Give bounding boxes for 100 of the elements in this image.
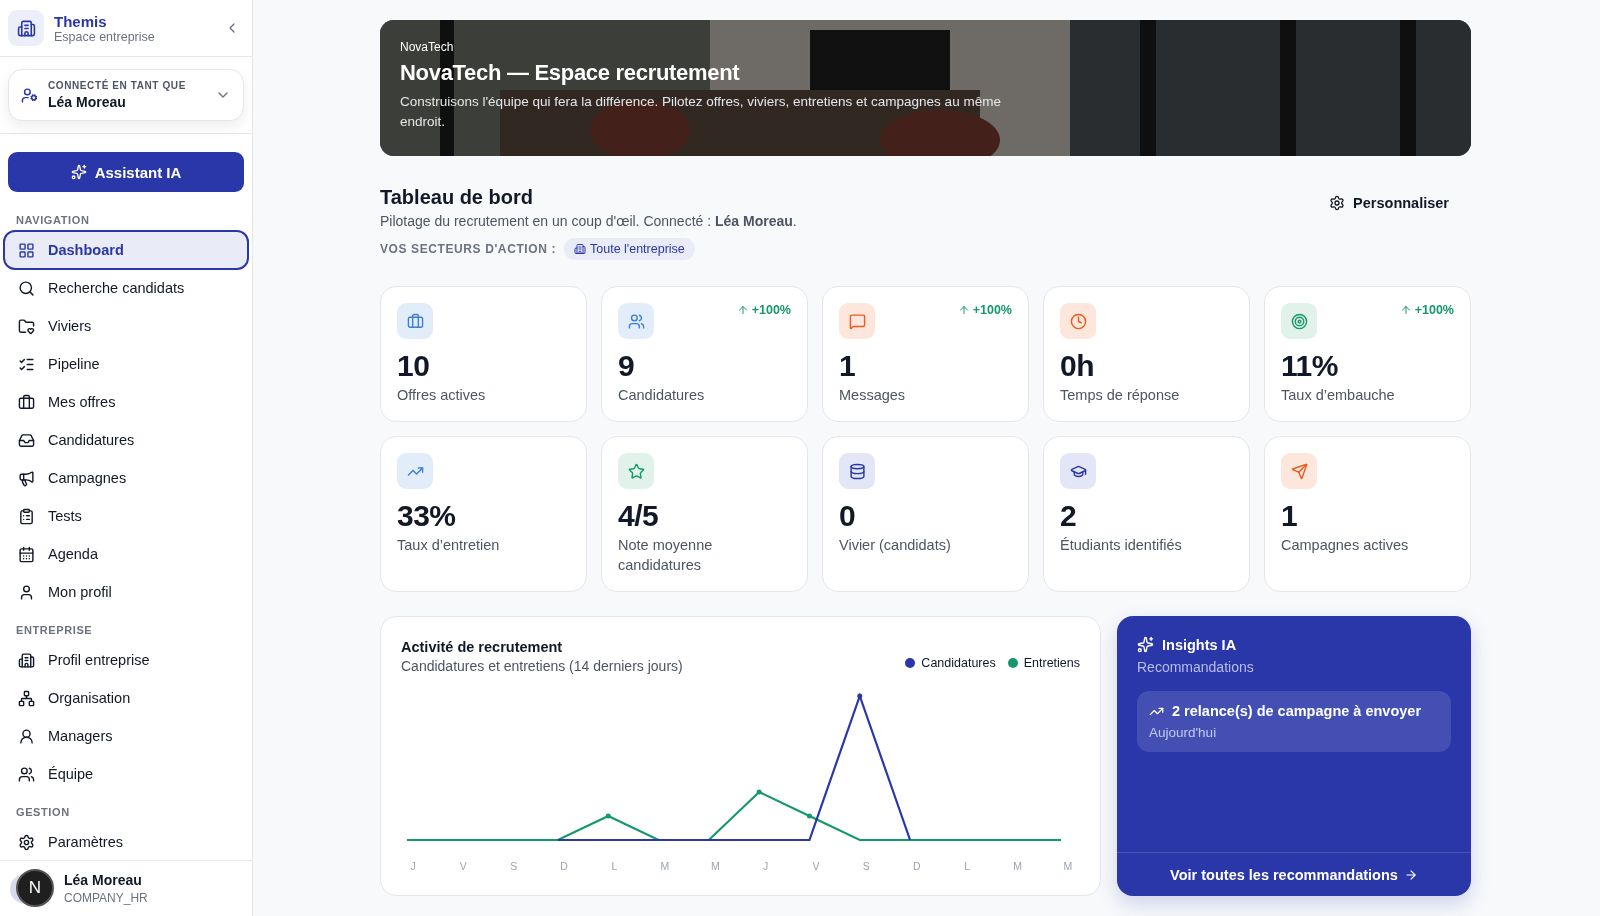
recommendation-card[interactable]: 2 relance(s) de campagne à envoyer Aujourd'hui [1137, 691, 1451, 752]
briefcase-icon [18, 393, 35, 411]
assistant-button[interactable]: Assistant IA [8, 152, 244, 192]
axis-label: J [409, 860, 417, 872]
stat-label: Campagnes actives [1281, 536, 1410, 555]
folder-icon [18, 317, 35, 335]
chat-icon [839, 303, 875, 339]
building-icon [8, 10, 44, 46]
nav-item[interactable]: Dashboard [3, 230, 249, 270]
nav-item[interactable]: Profil entreprise [3, 640, 249, 680]
sector-tag[interactable]: Toute l'entreprise [564, 238, 695, 260]
sparkles-icon [1137, 636, 1154, 653]
axis-label: D [911, 860, 922, 872]
stat-value: 0h [1060, 349, 1095, 383]
page-title: Tableau de bord [380, 186, 534, 209]
trend-up-icon [397, 453, 433, 489]
section-title: GESTION [15, 805, 71, 820]
section-title: NAVIGATION [15, 213, 91, 228]
page-subtitle: Pilotage du recrutement en un coup d'œil. Connecté : Léa Moreau. [380, 213, 797, 229]
nav-item[interactable]: Paramètres [3, 822, 249, 860]
axis-label: J [762, 860, 770, 872]
search-icon [18, 279, 35, 297]
calendar-icon [18, 545, 35, 563]
stat-value: 1 [1281, 499, 1299, 533]
nav-item[interactable]: Campagnes [3, 458, 249, 498]
axis-label: V [458, 860, 468, 872]
database-icon [839, 453, 875, 489]
nav-item[interactable]: Mon profil [3, 572, 249, 612]
user-icon [18, 583, 35, 601]
target-icon [1281, 303, 1317, 339]
chart-title: Activité de recrutement [401, 639, 564, 655]
users-icon [618, 303, 654, 339]
section-title: ENTREPRISE [15, 623, 94, 638]
nav-item[interactable]: Organisation [3, 678, 249, 718]
grid-icon [18, 241, 35, 259]
settings-icon [1329, 195, 1346, 211]
network-icon [18, 689, 35, 707]
stat-value: 11% [1281, 349, 1339, 383]
stat-label: Étudiants identifiés [1060, 536, 1183, 555]
nav-item[interactable]: Candidatures [3, 420, 249, 460]
insights-subtitle: Recommandations [1137, 659, 1255, 675]
axis-label: M [709, 860, 721, 872]
trend-badge: +100% [957, 303, 1012, 317]
user-role: COMPANY_HR [63, 891, 149, 905]
insights-title: Insights IA [1162, 636, 1237, 653]
settings-icon [18, 833, 35, 851]
nav-item[interactable]: Viviers [3, 306, 249, 346]
send-icon [1281, 453, 1317, 489]
legend-item: Candidatures [905, 655, 996, 670]
building-icon [574, 243, 586, 255]
stat-label: Taux d’entretien [397, 536, 501, 555]
users-icon [18, 765, 35, 783]
nav-item[interactable]: Mes offres [3, 382, 249, 422]
axis-label: S [861, 860, 871, 872]
building-icon [18, 651, 35, 669]
nav-item[interactable]: Agenda [3, 534, 249, 574]
dev-badge[interactable]: N [16, 869, 54, 907]
recommendation-date: Aujourd'hui [1149, 725, 1218, 740]
recommendations-link[interactable]: Voir toutes les recommandations [1117, 852, 1471, 896]
axis-label: S [509, 860, 519, 872]
banner-text: Construisons l'équipe qui fera la différence. Pilotez offres, viviers, entretiens et campagnes au même endroit. [400, 93, 1002, 131]
user-settings-icon [21, 86, 38, 104]
stat-label: Offres actives [397, 386, 487, 405]
nav-item[interactable]: Tests [3, 496, 249, 536]
stat-label: Messages [839, 386, 907, 405]
nav-item[interactable]: Recherche candidats [3, 268, 249, 308]
axis-label: M [659, 860, 671, 872]
brand-name: Themis [54, 12, 108, 30]
nav-item[interactable]: Équipe [3, 754, 249, 794]
stat-value: 9 [618, 349, 636, 383]
legend-item: Entretiens [1007, 655, 1080, 670]
account-switcher[interactable]: CONNECTÉ EN TANT QUE Léa Moreau [8, 69, 244, 121]
stat-value: 33% [397, 499, 457, 533]
stat-label: Taux d’embauche [1281, 386, 1396, 405]
nav-item[interactable]: Managers [3, 716, 249, 756]
clipboard-icon [18, 507, 35, 525]
megaphone-icon [18, 469, 35, 487]
user-name: Léa Moreau [63, 872, 143, 888]
trend-badge: +100% [736, 303, 791, 317]
stat-label: Note moyenne candidatures [618, 536, 714, 575]
brand-subtitle: Espace entreprise [54, 29, 156, 44]
stat-value: 0 [839, 499, 857, 533]
nav-item[interactable]: Pipeline [3, 344, 249, 384]
axis-label: L [610, 860, 619, 872]
axis-label: L [963, 860, 972, 872]
stat-value: 2 [1060, 499, 1078, 533]
clock-icon [1060, 303, 1096, 339]
axis-label: V [811, 860, 821, 872]
arrow-right-icon [1403, 867, 1418, 882]
stat-label: Candidatures [618, 386, 706, 405]
trend-badge: +100% [1399, 303, 1454, 317]
axis-label: D [559, 860, 569, 872]
axis-label: M [1012, 860, 1023, 872]
axis-label: M [1062, 860, 1074, 872]
briefcase-icon [397, 303, 433, 339]
banner-company: NovaTech [400, 40, 455, 54]
account-caption: CONNECTÉ EN TANT QUE [48, 80, 187, 91]
customize-button[interactable]: Personnaliser [1323, 194, 1455, 212]
account-name: Léa Moreau [48, 94, 127, 110]
stat-label: Vivier (candidats) [839, 536, 952, 555]
